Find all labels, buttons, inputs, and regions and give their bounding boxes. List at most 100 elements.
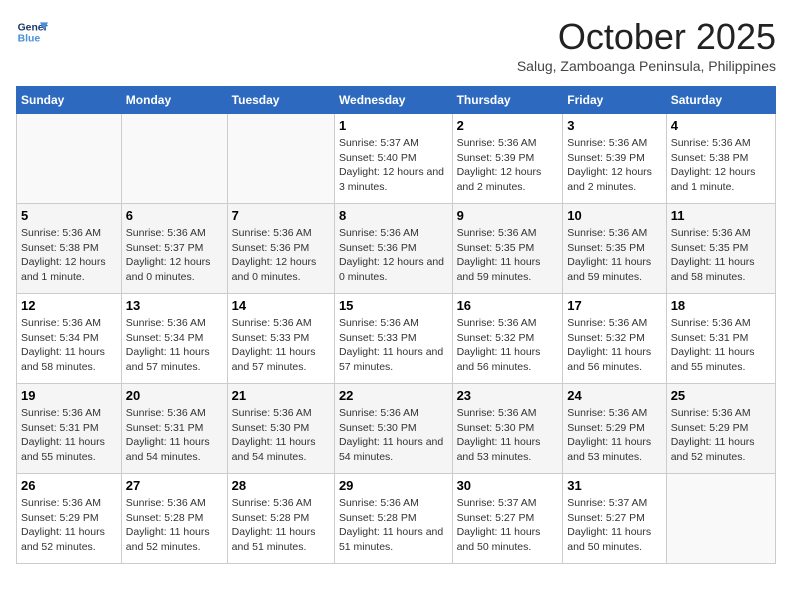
- day-number: 26: [21, 478, 117, 493]
- day-number: 17: [567, 298, 661, 313]
- day-number: 1: [339, 118, 448, 133]
- day-info: Sunrise: 5:36 AM Sunset: 5:36 PM Dayligh…: [339, 226, 448, 285]
- day-number: 19: [21, 388, 117, 403]
- day-number: 8: [339, 208, 448, 223]
- logo: General Blue: [16, 16, 48, 48]
- calendar-cell: 2 Sunrise: 5:36 AM Sunset: 5:39 PM Daylig…: [452, 114, 563, 204]
- day-info: Sunrise: 5:36 AM Sunset: 5:37 PM Dayligh…: [126, 226, 223, 285]
- day-info: Sunrise: 5:36 AM Sunset: 5:31 PM Dayligh…: [126, 406, 223, 465]
- calendar-cell: 12 Sunrise: 5:36 AM Sunset: 5:34 PM Dayli…: [17, 294, 122, 384]
- day-info: Sunrise: 5:36 AM Sunset: 5:30 PM Dayligh…: [232, 406, 330, 465]
- day-info: Sunrise: 5:36 AM Sunset: 5:30 PM Dayligh…: [457, 406, 559, 465]
- day-info: Sunrise: 5:36 AM Sunset: 5:29 PM Dayligh…: [21, 496, 117, 555]
- calendar-cell: 8 Sunrise: 5:36 AM Sunset: 5:36 PM Daylig…: [334, 204, 452, 294]
- day-info: Sunrise: 5:36 AM Sunset: 5:39 PM Dayligh…: [567, 136, 661, 195]
- calendar-week-row: 12 Sunrise: 5:36 AM Sunset: 5:34 PM Dayli…: [17, 294, 776, 384]
- calendar-cell: 17Sunrise: 5:36 AM Sunset: 5:32 PM Dayli…: [563, 294, 666, 384]
- day-info: Sunrise: 5:36 AM Sunset: 5:38 PM Dayligh…: [21, 226, 117, 285]
- calendar-week-row: 5 Sunrise: 5:36 AM Sunset: 5:38 PM Daylig…: [17, 204, 776, 294]
- day-info: Sunrise: 5:36 AM Sunset: 5:31 PM Dayligh…: [671, 316, 771, 375]
- calendar-cell: 27 Sunrise: 5:36 AM Sunset: 5:28 PM Dayli…: [121, 474, 227, 564]
- day-info: Sunrise: 5:36 AM Sunset: 5:35 PM Dayligh…: [671, 226, 771, 285]
- calendar-cell: 25Sunrise: 5:36 AM Sunset: 5:29 PM Dayli…: [666, 384, 775, 474]
- day-number: 23: [457, 388, 559, 403]
- calendar-cell: 6 Sunrise: 5:36 AM Sunset: 5:37 PM Daylig…: [121, 204, 227, 294]
- weekday-header: Monday: [121, 87, 227, 114]
- day-number: 10: [567, 208, 661, 223]
- day-number: 4: [671, 118, 771, 133]
- day-info: Sunrise: 5:36 AM Sunset: 5:34 PM Dayligh…: [126, 316, 223, 375]
- day-info: Sunrise: 5:36 AM Sunset: 5:30 PM Dayligh…: [339, 406, 448, 465]
- calendar-cell: 30Sunrise: 5:37 AM Sunset: 5:27 PM Dayli…: [452, 474, 563, 564]
- day-number: 24: [567, 388, 661, 403]
- day-number: 27: [126, 478, 223, 493]
- calendar-cell: 21 Sunrise: 5:36 AM Sunset: 5:30 PM Dayli…: [227, 384, 334, 474]
- day-number: 6: [126, 208, 223, 223]
- weekday-header: Friday: [563, 87, 666, 114]
- calendar-week-row: 26 Sunrise: 5:36 AM Sunset: 5:29 PM Dayli…: [17, 474, 776, 564]
- calendar-cell: 1 Sunrise: 5:37 AM Sunset: 5:40 PM Daylig…: [334, 114, 452, 204]
- calendar-cell: [227, 114, 334, 204]
- day-info: Sunrise: 5:36 AM Sunset: 5:28 PM Dayligh…: [339, 496, 448, 555]
- day-info: Sunrise: 5:36 AM Sunset: 5:29 PM Dayligh…: [671, 406, 771, 465]
- calendar-table: SundayMondayTuesdayWednesdayThursdayFrid…: [16, 86, 776, 564]
- day-number: 18: [671, 298, 771, 313]
- day-number: 21: [232, 388, 330, 403]
- calendar-week-row: 19 Sunrise: 5:36 AM Sunset: 5:31 PM Dayli…: [17, 384, 776, 474]
- calendar-cell: 16Sunrise: 5:36 AM Sunset: 5:32 PM Dayli…: [452, 294, 563, 384]
- calendar-cell: 20 Sunrise: 5:36 AM Sunset: 5:31 PM Dayli…: [121, 384, 227, 474]
- calendar-cell: 23 Sunrise: 5:36 AM Sunset: 5:30 PM Dayli…: [452, 384, 563, 474]
- day-info: Sunrise: 5:36 AM Sunset: 5:38 PM Dayligh…: [671, 136, 771, 195]
- day-number: 15: [339, 298, 448, 313]
- calendar-cell: 14Sunrise: 5:36 AM Sunset: 5:33 PM Dayli…: [227, 294, 334, 384]
- calendar-cell: 26 Sunrise: 5:36 AM Sunset: 5:29 PM Dayli…: [17, 474, 122, 564]
- day-number: 7: [232, 208, 330, 223]
- day-info: Sunrise: 5:36 AM Sunset: 5:35 PM Dayligh…: [567, 226, 661, 285]
- day-info: Sunrise: 5:37 AM Sunset: 5:40 PM Dayligh…: [339, 136, 448, 195]
- weekday-header-row: SundayMondayTuesdayWednesdayThursdayFrid…: [17, 87, 776, 114]
- calendar-cell: [17, 114, 122, 204]
- calendar-cell: 19 Sunrise: 5:36 AM Sunset: 5:31 PM Dayli…: [17, 384, 122, 474]
- day-number: 9: [457, 208, 559, 223]
- calendar-cell: 24 Sunrise: 5:36 AM Sunset: 5:29 PM Dayli…: [563, 384, 666, 474]
- month-title: October 2025: [517, 16, 776, 58]
- calendar-cell: [121, 114, 227, 204]
- day-info: Sunrise: 5:36 AM Sunset: 5:39 PM Dayligh…: [457, 136, 559, 195]
- day-number: 22: [339, 388, 448, 403]
- weekday-header: Wednesday: [334, 87, 452, 114]
- calendar-cell: 3 Sunrise: 5:36 AM Sunset: 5:39 PM Daylig…: [563, 114, 666, 204]
- title-block: October 2025 Salug, Zamboanga Peninsula,…: [517, 16, 776, 74]
- day-info: Sunrise: 5:36 AM Sunset: 5:36 PM Dayligh…: [232, 226, 330, 285]
- day-number: 12: [21, 298, 117, 313]
- day-number: 29: [339, 478, 448, 493]
- day-number: 11: [671, 208, 771, 223]
- day-number: 28: [232, 478, 330, 493]
- calendar-cell: 7 Sunrise: 5:36 AM Sunset: 5:36 PM Daylig…: [227, 204, 334, 294]
- day-number: 13: [126, 298, 223, 313]
- weekday-header: Thursday: [452, 87, 563, 114]
- day-info: Sunrise: 5:36 AM Sunset: 5:33 PM Dayligh…: [339, 316, 448, 375]
- page-header: General Blue October 2025 Salug, Zamboan…: [16, 16, 776, 74]
- day-info: Sunrise: 5:36 AM Sunset: 5:31 PM Dayligh…: [21, 406, 117, 465]
- day-number: 5: [21, 208, 117, 223]
- day-info: Sunrise: 5:36 AM Sunset: 5:28 PM Dayligh…: [232, 496, 330, 555]
- day-info: Sunrise: 5:36 AM Sunset: 5:28 PM Dayligh…: [126, 496, 223, 555]
- day-info: Sunrise: 5:36 AM Sunset: 5:33 PM Dayligh…: [232, 316, 330, 375]
- calendar-cell: 9Sunrise: 5:36 AM Sunset: 5:35 PM Daylig…: [452, 204, 563, 294]
- calendar-week-row: 1 Sunrise: 5:37 AM Sunset: 5:40 PM Daylig…: [17, 114, 776, 204]
- day-number: 20: [126, 388, 223, 403]
- day-info: Sunrise: 5:36 AM Sunset: 5:29 PM Dayligh…: [567, 406, 661, 465]
- day-info: Sunrise: 5:37 AM Sunset: 5:27 PM Dayligh…: [457, 496, 559, 555]
- day-info: Sunrise: 5:36 AM Sunset: 5:34 PM Dayligh…: [21, 316, 117, 375]
- calendar-cell: 5 Sunrise: 5:36 AM Sunset: 5:38 PM Daylig…: [17, 204, 122, 294]
- calendar-cell: 10 Sunrise: 5:36 AM Sunset: 5:35 PM Dayli…: [563, 204, 666, 294]
- weekday-header: Tuesday: [227, 87, 334, 114]
- weekday-header: Sunday: [17, 87, 122, 114]
- calendar-cell: 28 Sunrise: 5:36 AM Sunset: 5:28 PM Dayli…: [227, 474, 334, 564]
- calendar-cell: 29 Sunrise: 5:36 AM Sunset: 5:28 PM Dayli…: [334, 474, 452, 564]
- calendar-cell: 13 Sunrise: 5:36 AM Sunset: 5:34 PM Dayli…: [121, 294, 227, 384]
- weekday-header: Saturday: [666, 87, 775, 114]
- day-number: 3: [567, 118, 661, 133]
- day-number: 2: [457, 118, 559, 133]
- calendar-cell: 31Sunrise: 5:37 AM Sunset: 5:27 PM Dayli…: [563, 474, 666, 564]
